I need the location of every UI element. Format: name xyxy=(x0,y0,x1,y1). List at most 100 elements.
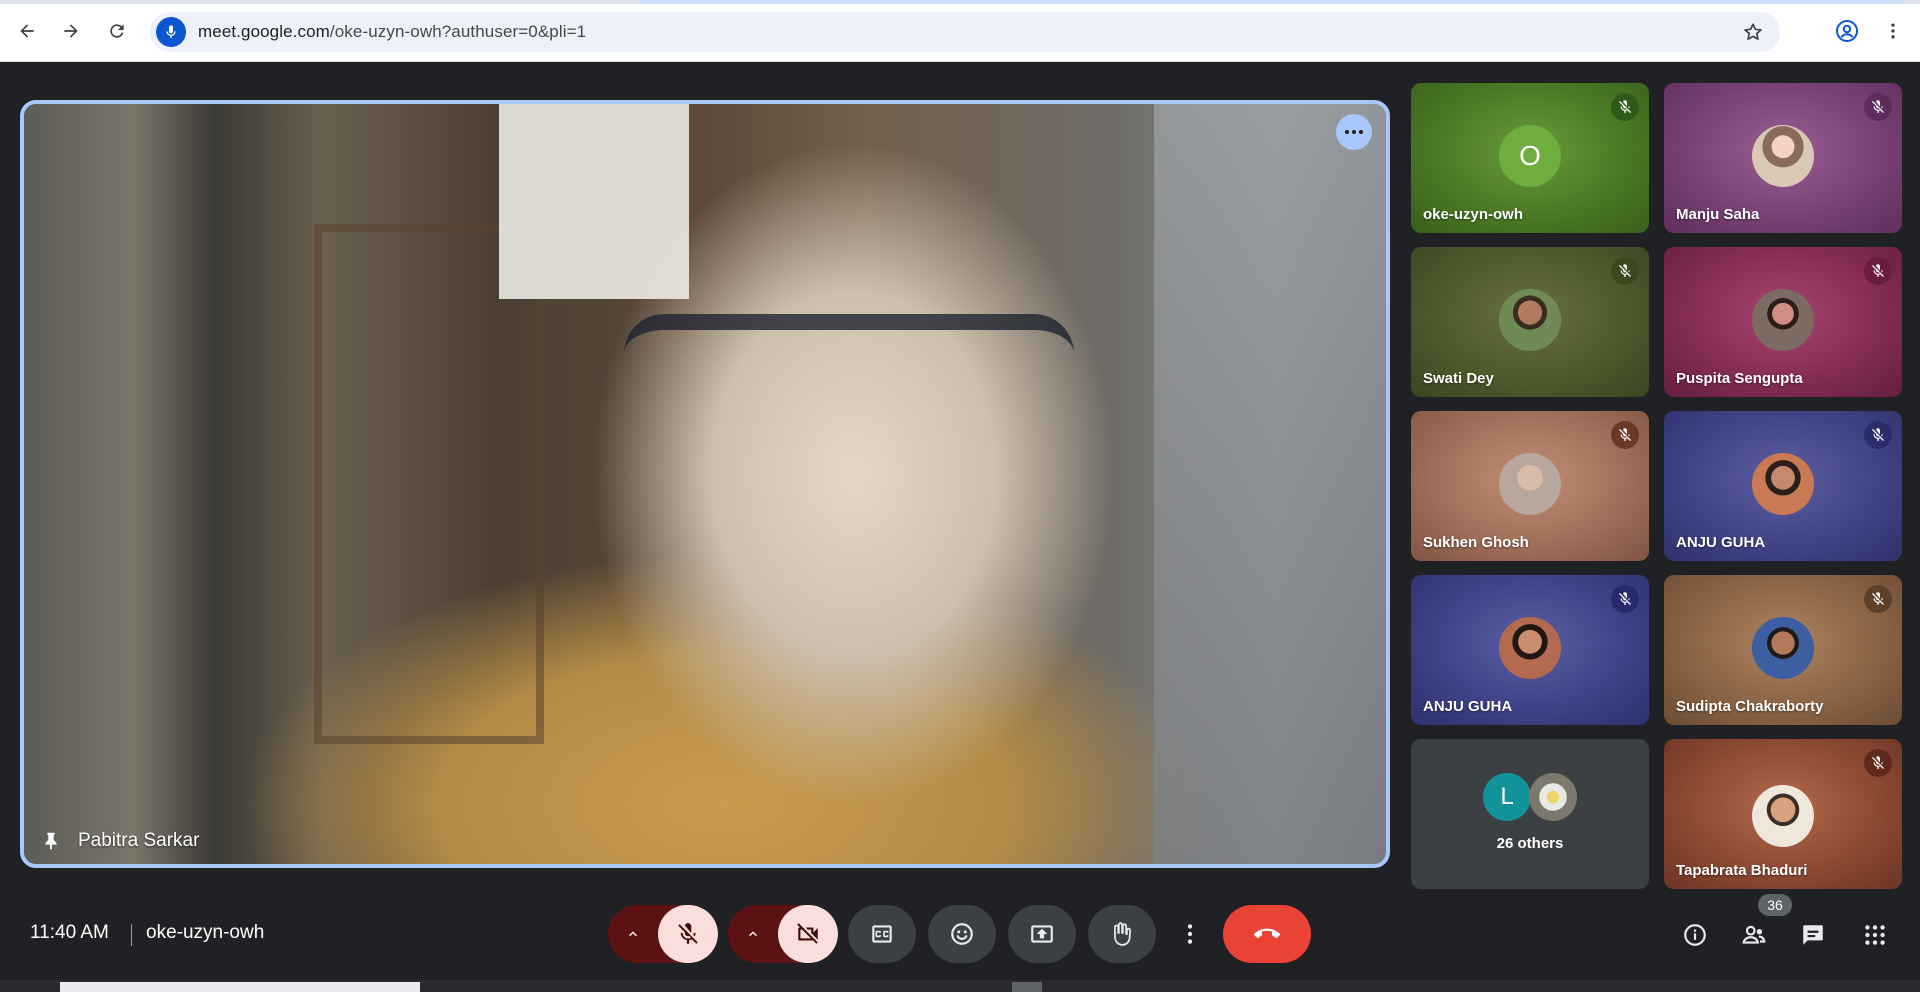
reload-icon xyxy=(110,24,124,38)
reactions-button[interactable] xyxy=(928,905,996,963)
mic-off-icon xyxy=(1864,585,1892,613)
others-tile[interactable]: L 26 others xyxy=(1411,739,1649,889)
forward-button[interactable] xyxy=(54,14,88,48)
people-count-badge: 36 xyxy=(1758,894,1792,916)
account-icon xyxy=(1836,20,1858,42)
chat-icon xyxy=(1803,925,1823,945)
microphone-control xyxy=(608,905,718,963)
bookmark-star-button[interactable] xyxy=(1738,17,1768,47)
mic-off-icon xyxy=(1611,421,1639,449)
divider xyxy=(131,924,132,946)
people-button[interactable] xyxy=(1734,915,1774,955)
chevron-up-icon xyxy=(629,931,637,937)
participant-tile[interactable]: ANJU GUHA xyxy=(1664,411,1902,561)
meeting-clock: 11:40 AM xyxy=(30,922,109,943)
toggle-camera-button[interactable] xyxy=(778,905,838,963)
hand-icon xyxy=(1114,922,1131,946)
browser-toolbar: meet.google.com/oke-uzyn-owh?authuser=0&… xyxy=(0,0,1920,62)
raise-hand-button[interactable] xyxy=(1088,905,1156,963)
address-bar[interactable]: meet.google.com/oke-uzyn-owh?authuser=0&… xyxy=(150,12,1780,52)
profile-button[interactable] xyxy=(1830,14,1864,48)
star-icon xyxy=(1744,23,1762,40)
microphone-site-icon[interactable] xyxy=(156,17,186,47)
leave-call-button[interactable] xyxy=(1223,905,1311,963)
participant-tile[interactable]: Sudipta Chakraborty xyxy=(1664,575,1902,725)
participant-tile[interactable]: Puspita Sengupta xyxy=(1664,247,1902,397)
activities-button[interactable] xyxy=(1855,915,1895,955)
emoji-icon xyxy=(951,923,973,945)
participant-name: oke-uzyn-owh xyxy=(1423,206,1523,223)
chat-button[interactable] xyxy=(1793,915,1833,955)
participant-name: Swati Dey xyxy=(1423,370,1494,387)
participant-name: Sukhen Ghosh xyxy=(1423,534,1529,551)
audio-options-button[interactable] xyxy=(608,905,658,963)
video-background xyxy=(314,224,544,744)
mic-off-icon xyxy=(1864,749,1892,777)
others-count-label: 26 others xyxy=(1496,835,1564,852)
avatar xyxy=(1752,125,1814,187)
meeting-details-button[interactable] xyxy=(1675,915,1715,955)
info-icon xyxy=(1684,924,1706,946)
arrow-left-icon xyxy=(20,24,34,38)
more-vert-icon xyxy=(1891,23,1895,39)
camera-control xyxy=(728,905,838,963)
more-horiz-icon xyxy=(1345,130,1349,134)
back-button[interactable] xyxy=(10,14,44,48)
avatar xyxy=(1752,785,1814,847)
avatar xyxy=(1499,617,1561,679)
mic-off-icon xyxy=(1611,257,1639,285)
participant-tile[interactable]: O oke-uzyn-owh xyxy=(1411,83,1649,233)
participant-name: Puspita Sengupta xyxy=(1676,370,1803,387)
pin-icon xyxy=(45,832,57,850)
chevron-up-icon xyxy=(749,931,757,937)
taskbar-strip xyxy=(0,980,1920,992)
avatar xyxy=(1499,289,1561,351)
participant-name: ANJU GUHA xyxy=(1423,698,1513,715)
tile-options-button[interactable] xyxy=(1336,114,1372,150)
participant-name: Sudipta Chakraborty xyxy=(1676,698,1824,715)
present-to-all-icon xyxy=(1031,925,1053,943)
mic-off-icon xyxy=(1864,257,1892,285)
reload-button[interactable] xyxy=(100,14,134,48)
arrow-right-icon xyxy=(64,24,78,38)
avatar: O xyxy=(1499,125,1561,187)
others-avatars: L xyxy=(1411,773,1649,821)
mic-off-icon xyxy=(1611,585,1639,613)
more-options-button[interactable] xyxy=(1168,905,1212,963)
browser-menu-button[interactable] xyxy=(1876,14,1910,48)
avatar xyxy=(1752,617,1814,679)
toggle-microphone-button[interactable] xyxy=(658,905,718,963)
participant-name: ANJU GUHA xyxy=(1676,534,1766,551)
apps-grid-icon xyxy=(1865,925,1885,945)
videocam-off-icon xyxy=(797,923,818,944)
pinned-video-tile[interactable]: Pabitra Sarkar xyxy=(20,100,1390,868)
participant-name: Tapabrata Bhaduri xyxy=(1676,862,1808,879)
participant-tile[interactable]: Sukhen Ghosh xyxy=(1411,411,1649,561)
call-end-icon xyxy=(1254,928,1280,939)
people-icon xyxy=(1742,925,1766,944)
video-options-button[interactable] xyxy=(728,905,778,963)
present-screen-button[interactable] xyxy=(1008,905,1076,963)
participant-tile[interactable]: Tapabrata Bhaduri xyxy=(1664,739,1902,889)
meet-stage: Pabitra Sarkar O oke-uzyn-owh Manju Saha… xyxy=(0,62,1920,992)
mic-off-icon xyxy=(1611,93,1639,121)
mic-off-icon xyxy=(678,923,698,944)
avatar xyxy=(1499,453,1561,515)
closed-captions-icon xyxy=(872,925,892,943)
avatar xyxy=(1529,773,1577,821)
participant-tile[interactable]: Swati Dey xyxy=(1411,247,1649,397)
participant-tile[interactable]: Manju Saha xyxy=(1664,83,1902,233)
more-vert-icon xyxy=(1187,924,1193,944)
avatar: L xyxy=(1483,773,1531,821)
participant-name: Manju Saha xyxy=(1676,206,1760,223)
avatar xyxy=(1752,453,1814,515)
tab-strip xyxy=(0,0,1920,4)
captions-button[interactable] xyxy=(848,905,916,963)
url-text: meet.google.com/oke-uzyn-owh?authuser=0&… xyxy=(198,22,587,41)
participant-tile[interactable]: ANJU GUHA xyxy=(1411,575,1649,725)
mic-off-icon xyxy=(1864,93,1892,121)
pinned-participant-name: Pabitra Sarkar xyxy=(40,830,199,852)
avatar xyxy=(1752,289,1814,351)
mic-off-icon xyxy=(1864,421,1892,449)
meeting-code: oke-uzyn-owh xyxy=(146,922,265,943)
